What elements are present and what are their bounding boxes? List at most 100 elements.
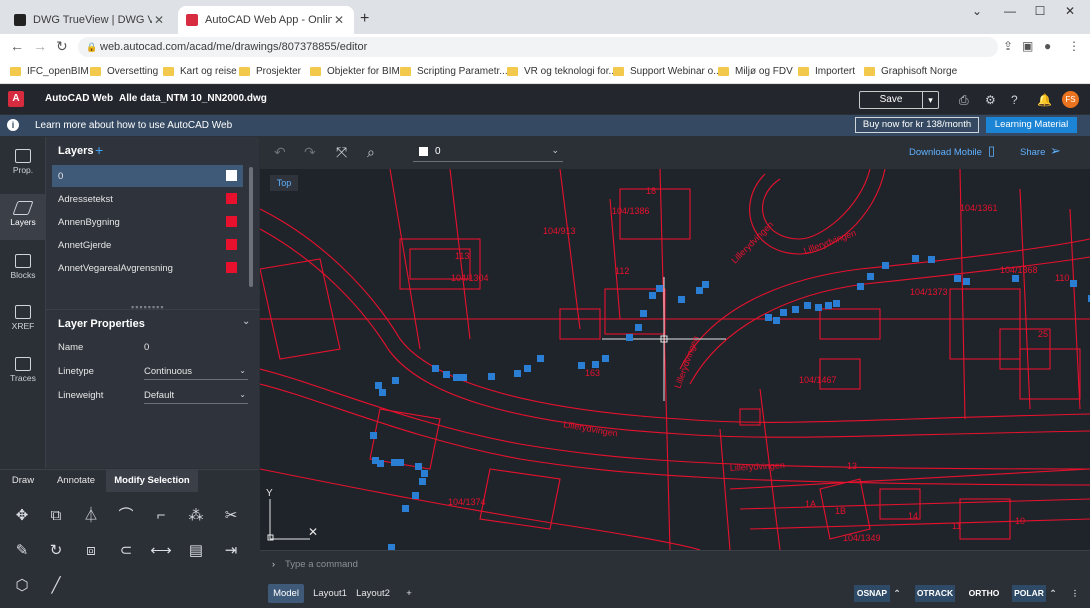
chevron-down-icon[interactable]: ⌄ bbox=[962, 4, 992, 18]
bookmark-item[interactable]: IFC_openBIM bbox=[10, 66, 89, 77]
explode-icon[interactable]: ╱ bbox=[45, 575, 67, 597]
url-field[interactable]: 🔒 web.autocad.com/acad/me/drawings/80737… bbox=[78, 37, 998, 57]
layer-color-swatch[interactable] bbox=[226, 193, 237, 204]
otrack-toggle[interactable]: OTRACK bbox=[915, 585, 955, 602]
fillet-icon[interactable]: ⌒ bbox=[115, 505, 137, 527]
bookmark-item[interactable]: Graphisoft Norge bbox=[864, 66, 957, 77]
osnap-options-chevron-icon[interactable]: ⌃ bbox=[890, 585, 904, 602]
trim-icon[interactable]: ✂ bbox=[220, 505, 242, 527]
rotate-icon[interactable]: ↻ bbox=[45, 540, 67, 562]
gear-icon[interactable]: ⚙ bbox=[985, 93, 996, 107]
bookmark-item[interactable]: Scripting Parametr... bbox=[400, 66, 508, 77]
chamfer-icon[interactable]: ⌐ bbox=[150, 505, 172, 527]
mirror-icon[interactable]: ⏃ bbox=[80, 505, 102, 527]
share-link[interactable]: Share bbox=[1020, 147, 1045, 158]
bookmark-item[interactable]: Objekter for BIM bbox=[310, 66, 400, 77]
layer-row[interactable]: AnnetGjerde bbox=[52, 234, 243, 256]
lineweight-select[interactable]: Default ⌄ bbox=[144, 390, 248, 404]
ortho-toggle[interactable]: ORTHO bbox=[964, 585, 1004, 602]
layer-row[interactable]: AnnenBygning bbox=[52, 211, 243, 233]
bookmark-item[interactable]: Prosjekter bbox=[239, 66, 301, 77]
layout-tab-layout1[interactable]: Layout1 bbox=[310, 584, 350, 603]
break-icon[interactable]: ⟷ bbox=[150, 540, 172, 562]
zoom-window-icon[interactable]: ⌕ bbox=[367, 144, 375, 161]
osnap-toggle[interactable]: OSNAP bbox=[854, 585, 890, 602]
layout-tab-layout2[interactable]: Layout2 bbox=[353, 584, 393, 603]
close-tab-icon[interactable]: ✕ bbox=[152, 13, 166, 27]
download-mobile-link[interactable]: Download Mobile bbox=[909, 147, 982, 158]
profile-icon[interactable]: ● bbox=[1044, 39, 1051, 53]
bell-icon[interactable]: 🔔 bbox=[1037, 93, 1052, 107]
redo-icon[interactable]: ↷ bbox=[304, 144, 316, 161]
share-page-icon[interactable]: ⇪ bbox=[1003, 39, 1013, 53]
properties-edit-icon[interactable]: ▤ bbox=[185, 540, 207, 562]
menu-icon[interactable]: ⋮ bbox=[1068, 39, 1080, 53]
tab-annotate[interactable]: Annotate bbox=[46, 470, 106, 492]
tab-modify-selection[interactable]: Modify Selection bbox=[106, 470, 198, 492]
collapse-chevron-icon[interactable]: ⌄ bbox=[242, 316, 250, 327]
copy-icon[interactable]: ⧉ bbox=[45, 505, 67, 527]
buy-now-button[interactable]: Buy now for kr 138/month bbox=[855, 117, 979, 133]
extend-icon[interactable]: ⇥ bbox=[220, 540, 242, 562]
zoom-extents-icon[interactable]: ⤧ bbox=[336, 144, 347, 161]
array-icon[interactable]: ⁂ bbox=[185, 505, 207, 527]
close-tab-icon[interactable]: ✕ bbox=[332, 13, 346, 27]
maximize-button[interactable]: ☐ bbox=[1025, 4, 1055, 18]
close-window-button[interactable]: ✕ bbox=[1055, 4, 1085, 18]
layer-color-swatch[interactable] bbox=[226, 170, 237, 181]
back-button[interactable]: ← bbox=[10, 38, 24, 54]
rail-item-layers[interactable]: Layers bbox=[0, 194, 46, 240]
bookmark-item[interactable]: Miljø og FDV bbox=[718, 66, 793, 77]
layer-color-swatch[interactable] bbox=[226, 239, 237, 250]
bookmark-item[interactable]: Oversetting bbox=[90, 66, 158, 77]
command-input[interactable]: Type a command bbox=[285, 559, 358, 570]
forward-button[interactable]: → bbox=[33, 38, 47, 54]
more-options-icon[interactable]: ⋮ bbox=[1068, 585, 1082, 602]
linetype-select[interactable]: Continuous ⌄ bbox=[144, 366, 248, 380]
layer-color-swatch[interactable] bbox=[226, 216, 237, 227]
autocad-logo-icon[interactable]: A bbox=[8, 91, 24, 107]
save-options-chevron-icon[interactable]: ▾ bbox=[922, 92, 938, 108]
bookmark-item[interactable]: VR og teknologi for... bbox=[507, 66, 617, 77]
browser-tab-dwg-trueview[interactable]: DWG TrueView | DWG Viewer| A ✕ bbox=[6, 6, 174, 34]
polar-options-chevron-icon[interactable]: ⌃ bbox=[1046, 585, 1060, 602]
polar-toggle[interactable]: POLAR bbox=[1012, 585, 1046, 602]
layout-tab-model[interactable]: Model bbox=[268, 584, 304, 603]
help-icon[interactable]: ? bbox=[1011, 93, 1018, 107]
layer-row[interactable]: Adressetekst bbox=[52, 188, 243, 210]
view-cube-top-label[interactable]: Top bbox=[270, 175, 298, 191]
learning-material-button[interactable]: Learning Material bbox=[986, 117, 1077, 133]
bookmark-item[interactable]: Importert bbox=[798, 66, 855, 77]
match-properties-icon[interactable]: ✎ bbox=[11, 540, 33, 562]
add-layer-button[interactable]: + bbox=[95, 142, 103, 158]
command-line[interactable]: › Type a command bbox=[260, 550, 1090, 578]
save-button[interactable]: Save ▾ bbox=[859, 91, 939, 109]
add-layout-button[interactable]: + bbox=[402, 584, 416, 603]
info-text[interactable]: Learn more about how to use AutoCAD Web bbox=[35, 120, 232, 131]
rail-item-blocks[interactable]: Blocks bbox=[0, 254, 46, 294]
reload-button[interactable]: ↻ bbox=[56, 38, 68, 55]
bookmark-item[interactable]: Support Webinar o... bbox=[613, 66, 722, 77]
layer-row[interactable]: AnnetVegarealAvgrensning bbox=[52, 257, 243, 279]
avatar[interactable]: FS bbox=[1062, 91, 1079, 108]
mobile-phone-icon[interactable]: ▯ bbox=[988, 143, 995, 159]
rail-item-properties[interactable]: Prop. bbox=[0, 149, 46, 189]
undo-icon[interactable]: ↶ bbox=[274, 144, 286, 161]
3d-box-icon[interactable]: ⬡ bbox=[11, 575, 33, 597]
move-icon[interactable]: ✥ bbox=[11, 505, 33, 527]
bookmark-item[interactable]: Kart og reise bbox=[163, 66, 237, 77]
sidebar-icon[interactable]: ▣ bbox=[1022, 39, 1033, 53]
layer-color-swatch[interactable] bbox=[226, 262, 237, 273]
print-icon[interactable]: ⎙ bbox=[959, 93, 969, 108]
paper-plane-icon[interactable]: ➢ bbox=[1050, 143, 1061, 159]
new-tab-button[interactable]: + bbox=[360, 10, 369, 28]
offset-icon[interactable]: ⊂ bbox=[115, 540, 137, 562]
tab-draw[interactable]: Draw bbox=[0, 470, 46, 492]
browser-tab-autocad[interactable]: AutoCAD Web App - Online CAD ✕ bbox=[178, 6, 354, 34]
minimize-button[interactable]: — bbox=[995, 4, 1025, 18]
rail-item-xref[interactable]: XREF bbox=[0, 305, 46, 345]
rail-item-traces[interactable]: Traces bbox=[0, 357, 46, 397]
layer-row[interactable]: 0 bbox=[52, 165, 243, 187]
current-layer-select[interactable]: 0 ⌄ bbox=[413, 144, 563, 162]
layers-scrollbar[interactable] bbox=[249, 167, 253, 287]
